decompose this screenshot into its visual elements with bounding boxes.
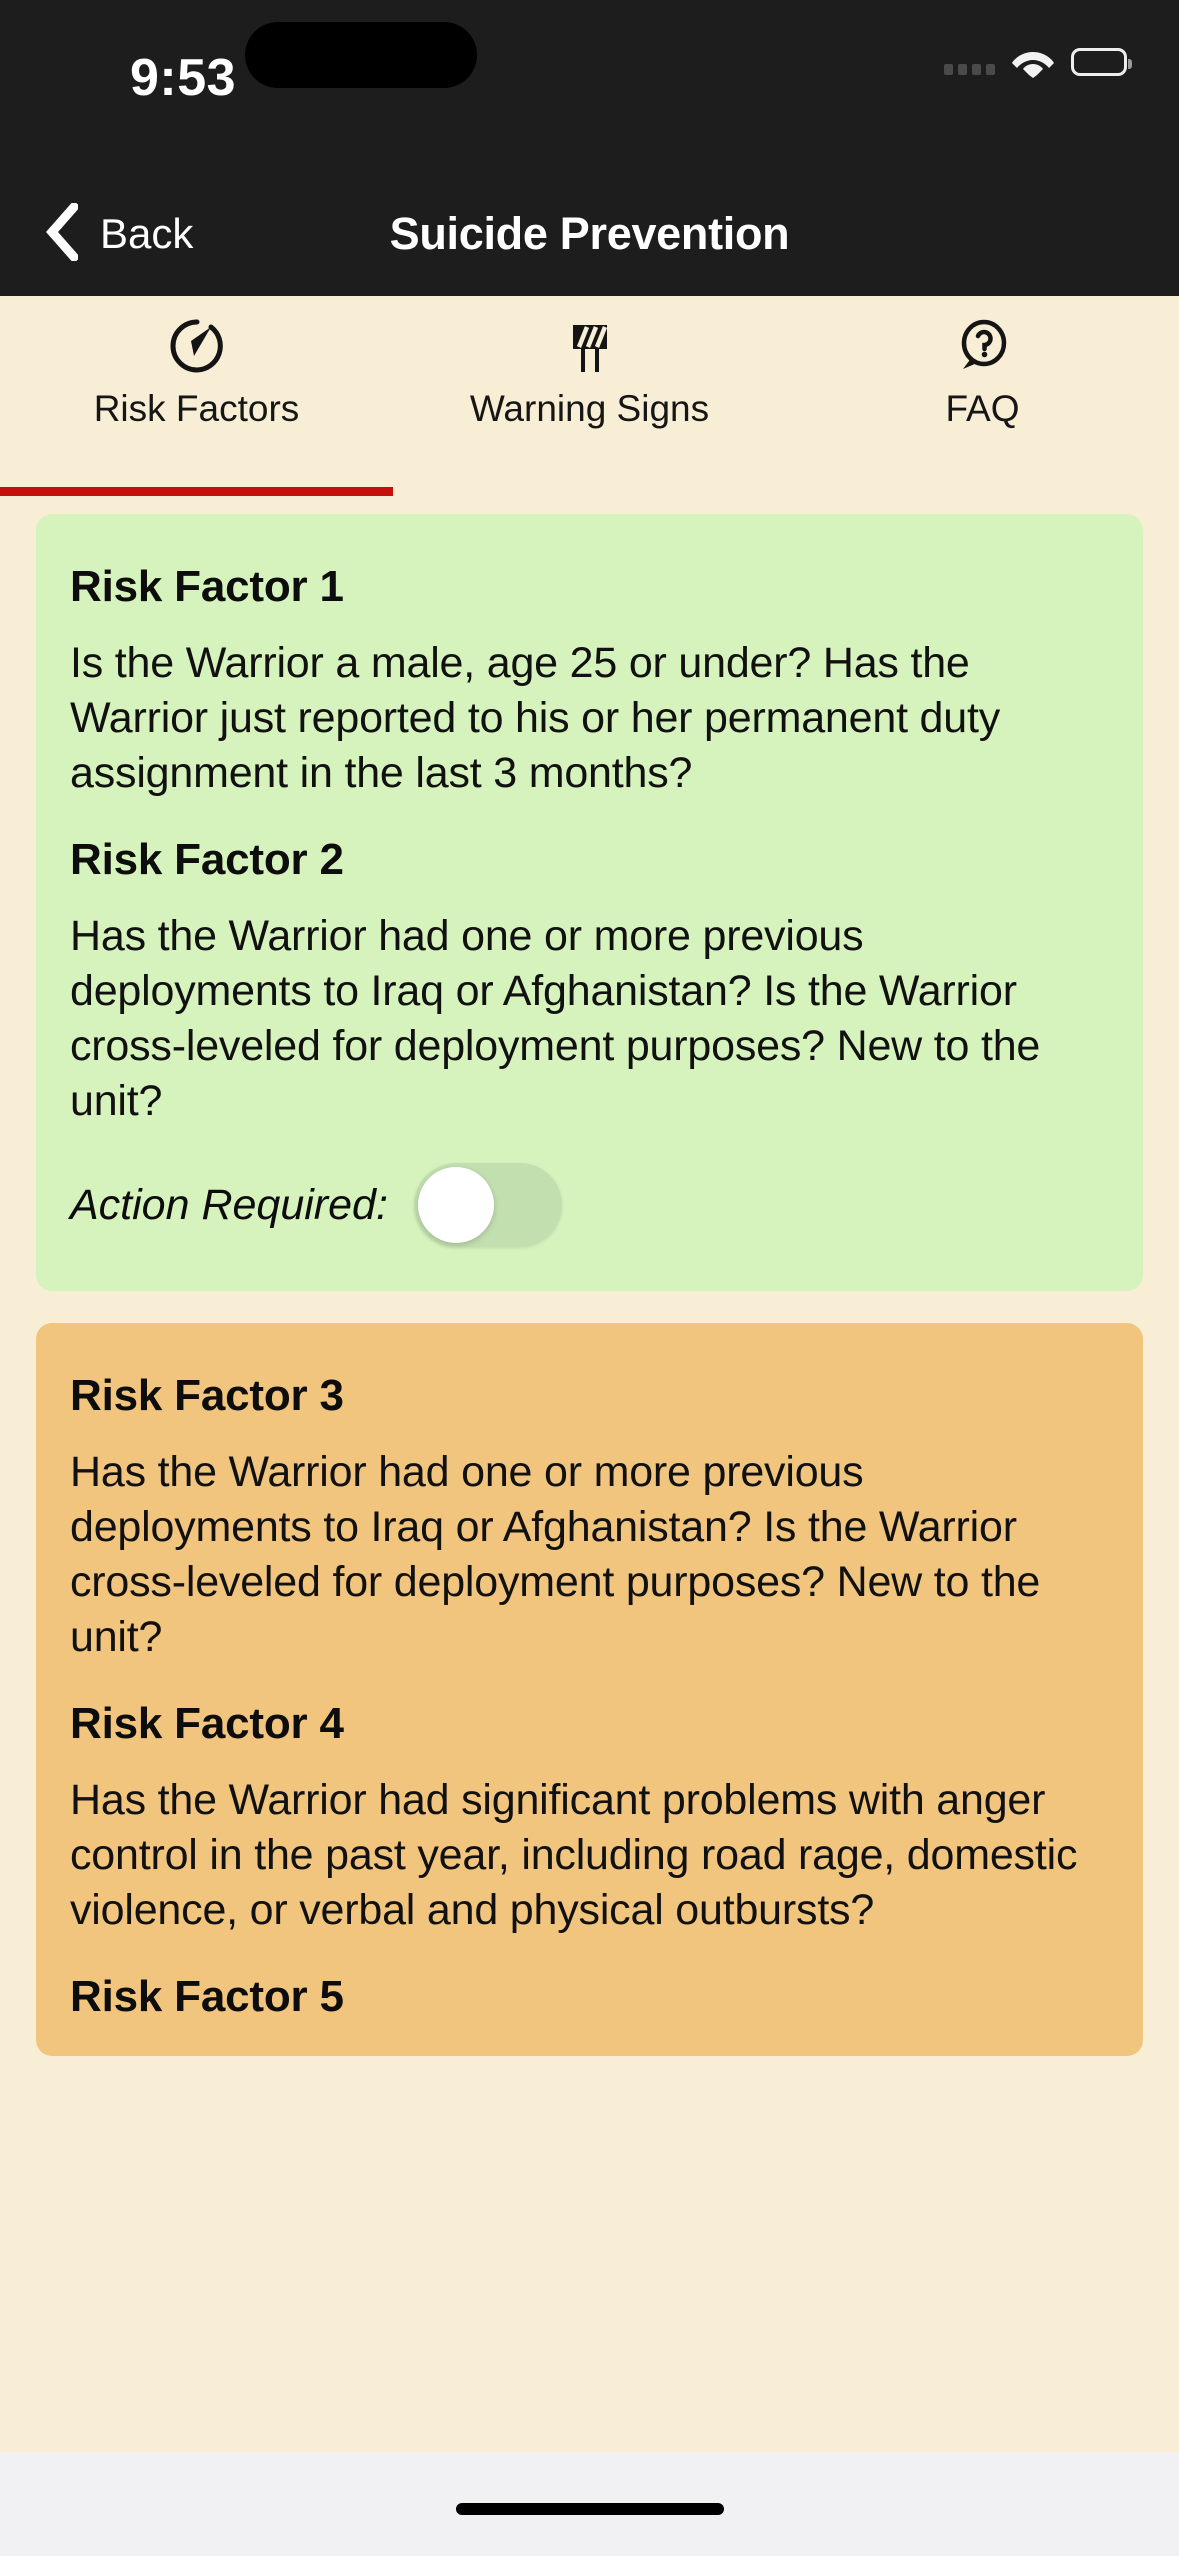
risk-card-orange: Risk Factor 3 Has the Warrior had one or… [36,1323,1143,2057]
risk-factor-heading: Risk Factor 1 [70,562,344,611]
road-barrier-icon [560,316,620,376]
risk-factor-heading: Risk Factor 4 [70,1699,344,1749]
top-chrome: 9:53 Back Suicide Prevention [0,0,1179,296]
active-tab-underline [0,487,393,496]
tab-faq[interactable]: FAQ [786,296,1179,496]
status-time: 9:53 [129,49,237,107]
risk-factor-body: Has the Warrior had one or more previous… [70,1448,1041,1662]
question-speech-bubble-icon [953,316,1013,376]
back-label: Back [100,210,194,257]
navigation-bar: Back Suicide Prevention [0,172,1179,296]
chevron-left-icon [44,200,81,266]
cellular-bars-icon [944,49,995,75]
risk-factor-body: Has the Warrior had significant problems… [70,1776,1078,1935]
battery-full-icon [1071,48,1132,76]
risk-factor-heading: Risk Factor 5 [70,1972,344,2022]
risk-factor-body: Has the Warrior had one or more previous… [70,912,1041,1126]
wifi-icon [1011,46,1055,78]
tab-label: FAQ [945,388,1020,429]
risk-factor-heading: Risk Factor 2 [70,835,344,885]
toggle-knob [417,1167,494,1244]
action-required-row: Action Required: [70,1163,1109,1248]
risk-factors-list[interactable]: Risk Factor 1 Is the Warrior a male, age… [0,496,1179,2452]
risk-factor-body: Is the Warrior a male, age 25 or under? … [70,639,1001,798]
action-required-toggle[interactable] [413,1163,562,1248]
back-button[interactable]: Back [44,200,194,266]
tab-bar: Risk Factors Warning Signs FAQ [0,296,1179,496]
status-indicators [944,46,1132,78]
risk-factor-heading: Risk Factor 3 [70,1371,344,1421]
phone-screen: 9:53 Back Suicide Prevention Risk Factor… [0,0,1179,2556]
tab-label: Risk Factors [93,388,300,429]
dynamic-island [245,22,477,88]
action-required-label: Action Required: [70,1180,388,1229]
tab-warning-signs[interactable]: Warning Signs [393,296,786,496]
home-indicator[interactable] [455,2503,724,2515]
gauge-icon [167,316,227,376]
home-bar [0,2452,1179,2556]
tab-label: Warning Signs [469,388,710,429]
risk-card-green: Risk Factor 1 Is the Warrior a male, age… [36,514,1143,1292]
status-bar: 9:53 [0,0,1179,172]
tab-risk-factors[interactable]: Risk Factors [0,296,393,496]
